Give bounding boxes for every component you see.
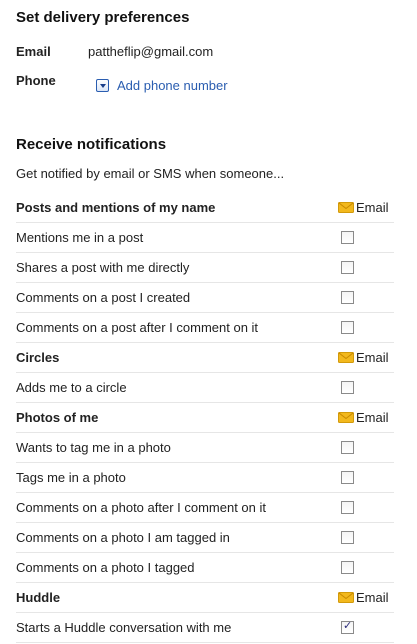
notification-item: Comments on a photo I tagged [16, 553, 394, 583]
email-column-label: Email [356, 200, 389, 215]
notification-label: Comments on a photo I am tagged in [16, 530, 230, 545]
notification-label: Adds me to a circle [16, 380, 127, 395]
group-header: Posts and mentions of my name Email [16, 193, 394, 223]
email-column-label: Email [356, 350, 389, 365]
notification-label: Tags me in a photo [16, 470, 126, 485]
email-checkbox[interactable] [341, 531, 354, 544]
email-checkbox[interactable] [341, 261, 354, 274]
email-checkbox[interactable] [341, 231, 354, 244]
notifications-intro: Get notified by email or SMS when someon… [16, 166, 285, 181]
group-header: Photos of me Email [16, 403, 394, 433]
email-checkbox[interactable] [341, 501, 354, 514]
notification-list: Posts and mentions of my name Email Mentio… [16, 193, 394, 643]
notification-item: Wants to tag me in a photo [16, 433, 394, 463]
envelope-icon [338, 592, 354, 603]
dropdown-arrow-icon[interactable] [96, 79, 109, 92]
email-column-header: Email [338, 410, 389, 425]
notification-label: Comments on a post after I comment on it [16, 320, 259, 335]
notification-item: Tags me in a photo [16, 463, 394, 493]
email-column-header: Email [338, 350, 389, 365]
email-checkbox[interactable] [341, 321, 354, 334]
group-title: Posts and mentions of my name [16, 200, 216, 215]
email-column-header: Email [338, 200, 389, 215]
group-title: Circles [16, 350, 60, 365]
group-title: Photos of me [16, 410, 99, 425]
envelope-icon [338, 412, 354, 423]
email-checkbox[interactable] [341, 561, 354, 574]
notification-label: Comments on a photo after I comment on i… [16, 500, 267, 515]
add-phone-link[interactable]: Add phone number [117, 78, 228, 93]
notification-item: Comments on a post after I comment on it [16, 313, 394, 343]
notifications-title: Receive notifications [16, 136, 167, 153]
notification-item: Comments on a photo after I comment on i… [16, 493, 394, 523]
notification-label: Starts a Huddle conversation with me [16, 620, 232, 635]
notification-item: Comments on a photo I am tagged in [16, 523, 394, 553]
notification-label: Comments on a photo I tagged [16, 560, 195, 575]
email-checkbox[interactable] [341, 381, 354, 394]
notification-item: Starts a Huddle conversation with me [16, 613, 394, 643]
notification-label: Wants to tag me in a photo [16, 440, 171, 455]
email-checkbox[interactable] [341, 471, 354, 484]
email-label: Email [16, 44, 51, 59]
email-value: pattheflip@gmail.com [88, 44, 214, 59]
notification-label: Mentions me in a post [16, 230, 144, 245]
email-checkbox[interactable] [341, 441, 354, 454]
phone-label: Phone [16, 73, 56, 88]
notification-label: Comments on a post I created [16, 290, 191, 305]
notification-item: Mentions me in a post [16, 223, 394, 253]
delivery-title: Set delivery preferences [16, 9, 190, 26]
group-title: Huddle [16, 590, 61, 605]
envelope-icon [338, 202, 354, 213]
notification-item: Adds me to a circle [16, 373, 394, 403]
email-checkbox[interactable] [341, 291, 354, 304]
envelope-icon [338, 352, 354, 363]
add-phone-button[interactable]: Add phone number [96, 78, 228, 93]
email-column-label: Email [356, 590, 389, 605]
notification-item: Comments on a post I created [16, 283, 394, 313]
email-column-header: Email [338, 590, 389, 605]
notification-label: Shares a post with me directly [16, 260, 190, 275]
group-header: Huddle Email [16, 583, 394, 613]
email-column-label: Email [356, 410, 389, 425]
notification-item: Shares a post with me directly [16, 253, 394, 283]
group-header: Circles Email [16, 343, 394, 373]
email-checkbox[interactable] [341, 619, 354, 634]
